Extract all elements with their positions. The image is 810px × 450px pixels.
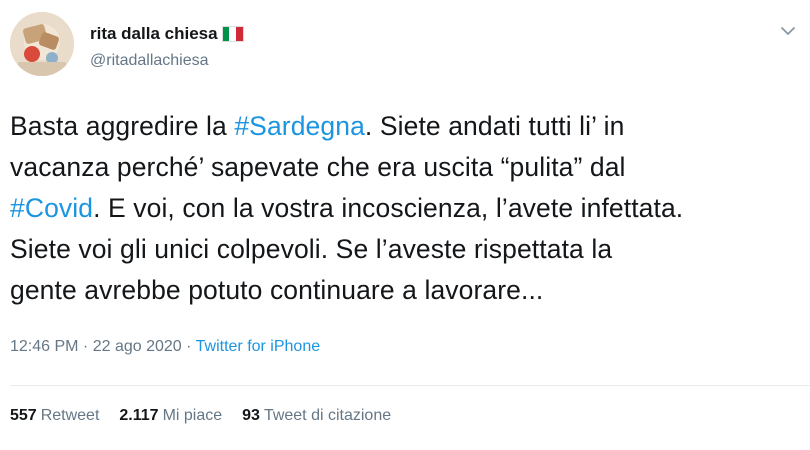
tweet-text-line: #Covid. E voi, con la vostra incoscienza…: [10, 188, 800, 229]
tweet-text-line: Basta aggredire la #Sardegna. Siete anda…: [10, 106, 800, 147]
avatar[interactable]: [10, 12, 74, 76]
tweet-metadata: 12:46 PM · 22 ago 2020 · Twitter for iPh…: [10, 338, 320, 356]
tweet-text-line: vacanza perché’ sapevate che era uscita …: [10, 147, 800, 188]
tweet-stats: 557 Retweet 2.117 Mi piace 93 Tweet di cita…: [10, 407, 391, 425]
tweet-date[interactable]: 22 ago 2020: [93, 338, 182, 355]
avatar-image: [10, 12, 74, 76]
tweet-text-line: Siete voi gli unici colpevoli. Se l’aves…: [10, 229, 800, 270]
tweet-text-line: gente avrebbe potuto continuare a lavora…: [10, 270, 800, 311]
display-name[interactable]: rita dalla chiesa: [90, 24, 244, 44]
quote-tweet-count[interactable]: 93 Tweet di citazione: [242, 407, 391, 425]
tweet-text-segment: Siete voi gli unici colpevoli. Se l’aves…: [10, 234, 613, 264]
tweet-text-segment: vacanza perché’ sapevate che era uscita …: [10, 152, 626, 182]
meta-separator: ·: [78, 338, 93, 355]
display-name-text: rita dalla chiesa: [90, 24, 218, 43]
like-count[interactable]: 2.117 Mi piace: [119, 407, 222, 425]
tweet-card: rita dalla chiesa @ritadallachiesa Basta…: [0, 0, 810, 450]
retweet-count[interactable]: 557 Retweet: [10, 407, 99, 425]
hashtag-link[interactable]: #Sardegna: [234, 111, 365, 141]
chevron-down-icon[interactable]: [780, 26, 796, 36]
tweet-text-segment: Basta aggredire la: [10, 111, 235, 141]
italy-flag-icon: [221, 26, 244, 42]
tweet-time[interactable]: 12:46 PM: [10, 338, 78, 355]
tweet-text-segment: gente avrebbe potuto continuare a lavora…: [10, 275, 544, 305]
user-handle[interactable]: @ritadallachiesa: [90, 52, 209, 70]
tweet-text: Basta aggredire la #Sardegna. Siete anda…: [10, 106, 800, 311]
divider: [10, 385, 810, 386]
meta-separator: ·: [181, 338, 196, 355]
tweet-source-link[interactable]: Twitter for iPhone: [196, 338, 321, 355]
tweet-text-segment: . E voi, con la vostra incoscienza, l’av…: [93, 193, 684, 223]
hashtag-link[interactable]: #Covid: [10, 193, 93, 223]
tweet-text-segment: . Siete andati tutti li’ in: [364, 111, 625, 141]
